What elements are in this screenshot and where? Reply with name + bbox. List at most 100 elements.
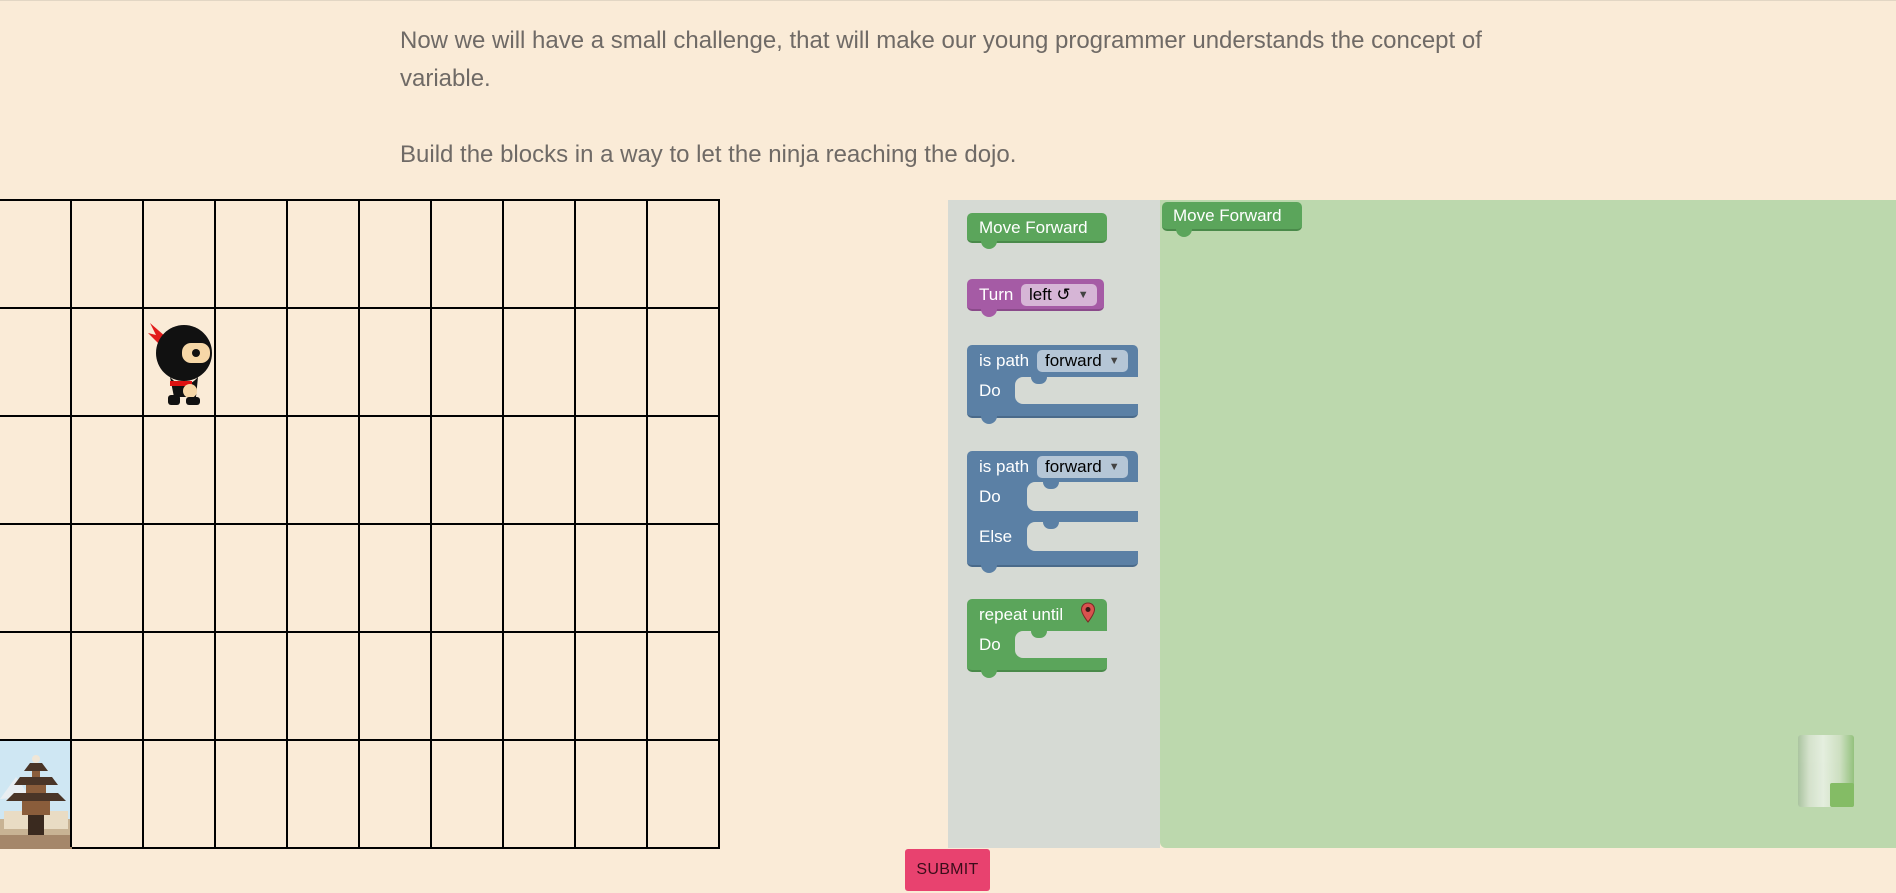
maze-cell (646, 523, 718, 631)
maze-cell (0, 199, 70, 307)
maze-cell (574, 739, 646, 847)
maze-cell (646, 631, 718, 739)
maze-cell (502, 631, 574, 739)
maze-cell (430, 739, 502, 847)
maze-cell (430, 415, 502, 523)
chevron-down-icon: ▼ (1077, 289, 1089, 301)
block-notch (981, 241, 997, 249)
maze-cell (70, 415, 142, 523)
maze-cell (430, 307, 502, 415)
maze-cell (70, 523, 142, 631)
maze-cell (142, 739, 214, 847)
move-forward-label: Move Forward (979, 218, 1088, 237)
dojo-icon (0, 741, 72, 849)
workspace-move-forward-block[interactable]: Move Forward (1162, 202, 1302, 237)
maze-cell (214, 415, 286, 523)
maze-cell (214, 307, 286, 415)
maze-cell (70, 739, 142, 847)
maze-cell (142, 415, 214, 523)
maze-cell (358, 631, 430, 739)
chevron-down-icon: ▼ (1108, 355, 1120, 367)
maze-cell (214, 523, 286, 631)
maze-cell (286, 739, 358, 847)
maze-cell (646, 307, 718, 415)
if-path-label: is path (979, 351, 1030, 370)
maze-cell (142, 523, 214, 631)
maze-cell (142, 307, 214, 415)
maze-cell (286, 631, 358, 739)
maze-cell (70, 631, 142, 739)
instruction-goal: Build the blocks in a way to let the nin… (400, 141, 1017, 168)
turn-label: Turn (979, 285, 1014, 304)
else-statement-slot[interactable] (1027, 522, 1138, 551)
ninja-icon (148, 323, 212, 405)
slot-tab (1043, 482, 1059, 489)
if-path-do-label: Do (979, 381, 1001, 400)
do-statement-slot[interactable] (1015, 631, 1107, 658)
turn-direction-dropdown[interactable]: left ↺ ▼ (1021, 284, 1097, 306)
block-notch (981, 416, 997, 424)
chevron-down-icon: ▼ (1108, 461, 1120, 473)
maze-cell (286, 523, 358, 631)
submit-button[interactable]: SUBMIT (905, 849, 990, 891)
maze-cell (0, 523, 70, 631)
workspace-move-forward-label: Move Forward (1173, 206, 1282, 225)
block-notch (981, 309, 997, 317)
maze-cell (502, 739, 574, 847)
top-divider (0, 0, 1896, 1)
maze-cell (574, 523, 646, 631)
block-notch (981, 565, 997, 573)
move-forward-block[interactable]: Move Forward (967, 213, 1107, 249)
do-statement-slot[interactable] (1027, 482, 1138, 511)
if-path-direction-value: forward (1045, 351, 1102, 370)
maze-cell (0, 307, 70, 415)
maze-cell (358, 523, 430, 631)
repeat-until-block[interactable]: repeat until Do (967, 599, 1107, 678)
do-statement-slot[interactable] (1015, 377, 1138, 404)
instruction-challenge: Now we will have a small challenge, that… (400, 27, 1482, 92)
slot-tab (1043, 522, 1059, 529)
if-path-direction-dropdown[interactable]: forward ▼ (1037, 350, 1128, 372)
maze-cell (286, 199, 358, 307)
turn-direction-value: left ↺ (1029, 285, 1071, 304)
maze-cell (502, 415, 574, 523)
block-notch (981, 670, 997, 678)
maze-cell (286, 415, 358, 523)
maze-cell (574, 415, 646, 523)
maze-cell (214, 631, 286, 739)
if-else-label: is path (979, 457, 1030, 476)
maze-cell (358, 415, 430, 523)
maze-grid (0, 199, 720, 849)
if-else-do-label: Do (979, 487, 1001, 506)
maze-cell (142, 631, 214, 739)
trash-can-icon[interactable] (1798, 735, 1854, 807)
maze-cell (358, 307, 430, 415)
if-else-path-block[interactable]: is path forward ▼ Do Else (967, 451, 1138, 573)
if-else-else-label: Else (979, 527, 1013, 546)
repeat-until-label: repeat until (979, 605, 1064, 624)
maze-cell (430, 523, 502, 631)
if-path-block[interactable]: is path forward ▼ Do (967, 345, 1138, 424)
maze-cell (0, 415, 70, 523)
blockly-workspace[interactable]: Move Forward (1160, 200, 1896, 848)
maze-cell (502, 523, 574, 631)
maze-cell (70, 307, 142, 415)
maze-cell (286, 307, 358, 415)
maze-cell (358, 199, 430, 307)
maze-cell (214, 739, 286, 847)
if-else-direction-value: forward (1045, 457, 1102, 476)
maze-cell (142, 199, 214, 307)
turn-block[interactable]: Turn left ↺ ▼ (967, 279, 1104, 317)
maze-cell (646, 739, 718, 847)
maze-cell (358, 739, 430, 847)
maze-cell (646, 199, 718, 307)
maze-cell (502, 199, 574, 307)
repeat-until-do-label: Do (979, 635, 1001, 654)
maze-cell (502, 307, 574, 415)
maze-cell (646, 415, 718, 523)
instructions: Now we will have a small challenge, that… (400, 22, 1500, 174)
if-else-direction-dropdown[interactable]: forward ▼ (1037, 456, 1128, 478)
maze-cell (70, 199, 142, 307)
maze-cell (430, 199, 502, 307)
blockly-toolbox: Move Forward Turn left ↺ ▼ is path forwa… (948, 200, 1160, 848)
